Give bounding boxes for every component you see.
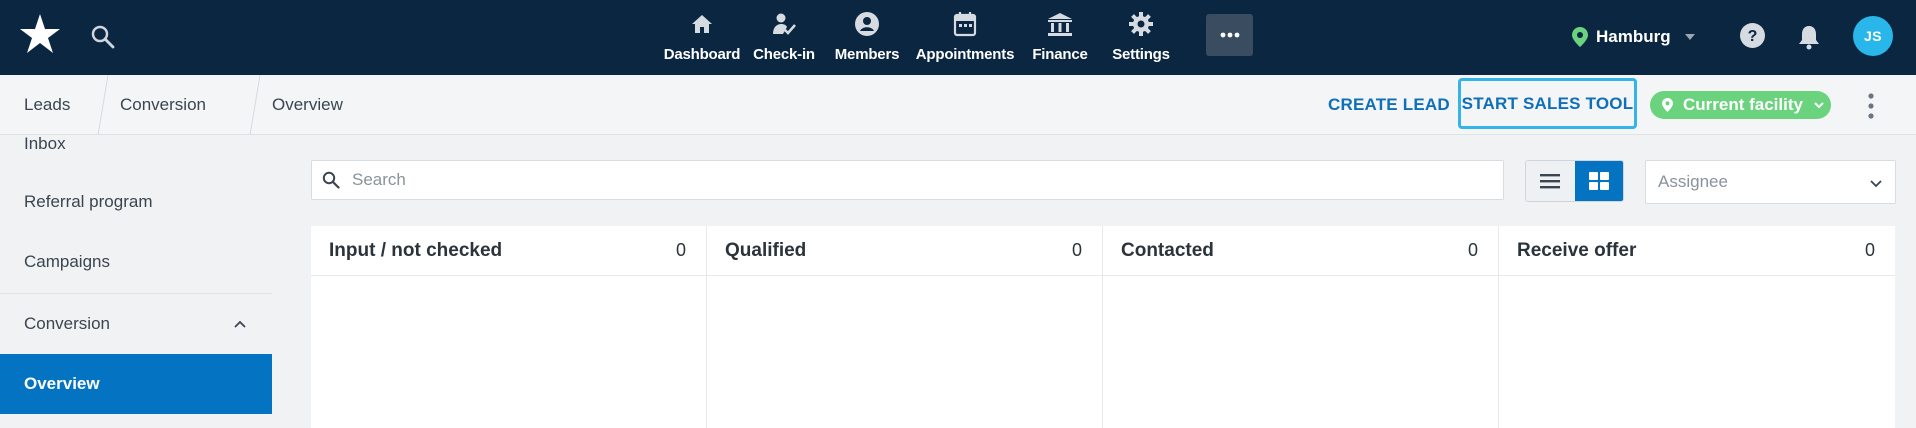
sidebar: Inbox Referral program Campaigns Convers…: [0, 136, 272, 428]
search-icon: [322, 171, 340, 189]
search-field[interactable]: [311, 160, 1504, 200]
nav-check-in[interactable]: Check-in: [744, 0, 824, 75]
chevron-down-icon: [1870, 180, 1882, 188]
nav-label: Appointments: [915, 46, 1015, 63]
column-count: 0: [1467, 240, 1478, 260]
start-sales-tool-button[interactable]: START SALES TOOL: [1458, 78, 1637, 129]
main-content: Assignee Input / not checked 0 Qualified…: [287, 136, 1916, 428]
list-view-button[interactable]: [1526, 161, 1575, 201]
assignee-select[interactable]: Assignee: [1645, 160, 1896, 204]
sidebar-item-campaigns[interactable]: Campaigns: [0, 232, 272, 292]
board-column: Qualified 0: [707, 226, 1103, 428]
bank-icon: [1046, 10, 1074, 38]
column-title: Qualified: [725, 239, 807, 261]
board-column: Receive offer 0: [1499, 226, 1895, 428]
chevron-up-icon: [234, 320, 246, 328]
facility-label: Current facility: [1683, 95, 1803, 114]
home-icon: [688, 10, 716, 38]
location-pin-icon: [1662, 98, 1673, 112]
nav-dashboard[interactable]: Dashboard: [660, 0, 744, 75]
sidebar-section-conversion[interactable]: Conversion: [0, 293, 272, 353]
kebab-menu-icon[interactable]: [1864, 91, 1878, 121]
column-title: Input / not checked: [329, 239, 503, 261]
breadcrumb-conversion[interactable]: Conversion: [116, 75, 244, 135]
search-input[interactable]: [352, 170, 1452, 190]
column-header: Receive offer 0: [1499, 226, 1895, 276]
notification-bell-icon[interactable]: [1797, 24, 1821, 50]
column-title: Contacted: [1121, 239, 1214, 261]
column-count: 0: [675, 240, 686, 260]
column-header: Qualified 0: [707, 226, 1102, 276]
sidebar-item-referral-program[interactable]: Referral program: [0, 172, 272, 232]
nav-members[interactable]: Members: [824, 0, 910, 75]
board-column: Contacted 0: [1103, 226, 1499, 428]
top-navigation-bar: Dashboard Check-in Members Appointments …: [0, 0, 1916, 75]
help-icon[interactable]: ?: [1739, 22, 1766, 49]
avatar[interactable]: JS: [1853, 16, 1893, 56]
location-pin-icon: [1572, 27, 1588, 47]
sidebar-item-overview[interactable]: Overview: [0, 354, 272, 414]
column-count: 0: [1864, 240, 1875, 260]
calendar-icon: [951, 10, 979, 38]
breadcrumb-overview[interactable]: Overview: [268, 75, 343, 135]
column-header: Input / not checked 0: [311, 226, 706, 276]
gear-icon: [1127, 10, 1155, 38]
sidebar-section-label: Conversion: [24, 313, 110, 333]
assignee-placeholder: Assignee: [1658, 172, 1728, 191]
main-nav: Dashboard Check-in Members Appointments …: [660, 0, 1182, 75]
nav-label: Members: [834, 46, 900, 63]
nav-label: Check-in: [753, 46, 815, 63]
column-header: Contacted 0: [1103, 226, 1498, 276]
nav-label: Settings: [1112, 46, 1170, 63]
grid-view-button[interactable]: [1574, 161, 1623, 201]
grid-icon: [1588, 172, 1609, 190]
more-dots-icon: [1220, 32, 1239, 38]
nav-label: Dashboard: [663, 46, 741, 63]
more-button[interactable]: [1206, 14, 1253, 56]
breadcrumb-separator: [249, 75, 261, 135]
nav-finance[interactable]: Finance: [1020, 0, 1100, 75]
nav-appointments[interactable]: Appointments: [910, 0, 1020, 75]
chevron-down-icon: [1684, 34, 1695, 40]
chevron-down-icon: [1814, 102, 1824, 109]
breadcrumb-leads[interactable]: Leads: [0, 75, 92, 135]
sidebar-item-inbox[interactable]: Inbox: [0, 136, 272, 174]
create-lead-button[interactable]: CREATE LEAD: [1328, 91, 1450, 119]
location-selector[interactable]: Hamburg: [1572, 24, 1695, 50]
column-count: 0: [1071, 240, 1082, 260]
svg-text:?: ?: [1748, 28, 1758, 45]
current-facility-dropdown[interactable]: Current facility: [1650, 91, 1831, 119]
breadcrumb-bar: Leads Conversion Overview CREATE LEAD ST…: [0, 75, 1916, 135]
lead-board: Input / not checked 0 Qualified 0 Contac…: [311, 226, 1896, 428]
board-column: Input / not checked 0: [311, 226, 707, 428]
checkin-icon: [770, 10, 798, 38]
nav-settings[interactable]: Settings: [1100, 0, 1182, 75]
breadcrumb: Leads Conversion Overview: [0, 75, 343, 135]
search-icon[interactable]: [90, 24, 116, 50]
breadcrumb-separator: [97, 75, 109, 135]
members-icon: [853, 10, 881, 38]
list-icon: [1540, 174, 1561, 189]
nav-label: Finance: [1032, 46, 1088, 63]
location-name: Hamburg: [1596, 27, 1671, 46]
view-toggle: [1525, 160, 1624, 202]
column-title: Receive offer: [1517, 239, 1637, 261]
logo-star-icon[interactable]: [18, 12, 62, 56]
start-sales-tool-label: START SALES TOOL: [1461, 93, 1634, 113]
